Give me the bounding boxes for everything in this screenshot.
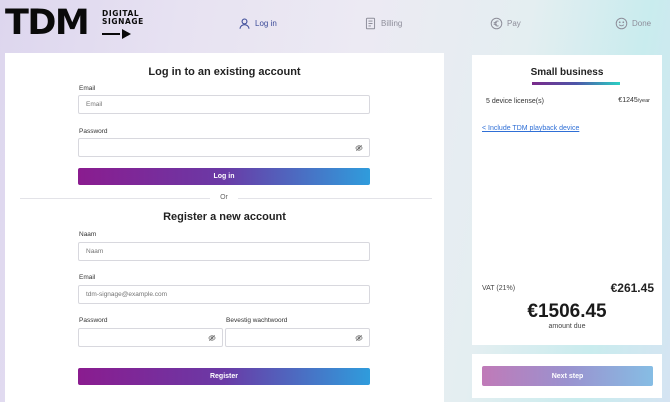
license-label: 5 device license(s) [486, 98, 544, 105]
eye-slash-icon[interactable] [355, 334, 363, 342]
login-password-input[interactable] [78, 138, 370, 157]
register-title: Register a new account [163, 211, 286, 223]
register-button[interactable]: Register [78, 368, 370, 385]
login-password-label: Password [79, 128, 108, 135]
register-email-input[interactable] [78, 285, 370, 304]
user-icon [239, 18, 250, 29]
order-summary-panel: Small business 5 device license(s) €1245… [472, 55, 662, 345]
logo-line-signage: SIGNAGE [102, 17, 144, 26]
account-panel: Log in to an existing account Email Pass… [5, 53, 444, 402]
plan-title: Small business [530, 67, 604, 78]
eye-slash-icon[interactable] [208, 334, 216, 342]
plan-title-underline [532, 82, 620, 85]
register-password-label: Password [79, 317, 108, 324]
login-title: Log in to an existing account [148, 66, 301, 78]
register-password-input[interactable] [78, 328, 223, 347]
or-label: Or [210, 194, 238, 201]
login-button[interactable]: Log in [78, 168, 370, 185]
license-price-period: /year [637, 98, 650, 104]
logo-text: TDM [5, 3, 90, 43]
license-price-amount: €1245 [618, 97, 638, 104]
step-label-pay: Pay [507, 18, 521, 28]
eye-slash-icon[interactable] [355, 144, 363, 152]
register-confirm-input[interactable] [225, 328, 370, 347]
invoice-icon [365, 17, 376, 29]
logo-bar [102, 33, 120, 35]
login-email-input[interactable] [78, 95, 370, 114]
next-step-panel: Next step [472, 354, 662, 398]
vat-amount: €261.45 [610, 281, 654, 295]
step-label-login: Log in [255, 18, 277, 28]
tdm-logo[interactable]: TDM DIGITAL SIGNAGE [5, 4, 150, 42]
register-name-input[interactable] [78, 242, 370, 261]
step-label-done: Done [632, 18, 652, 28]
step-done: Done [615, 15, 651, 31]
euro-icon [490, 17, 503, 29]
header: TDM DIGITAL SIGNAGE Log in Billing Pay D… [0, 0, 670, 50]
vat-label: VAT (21%) [482, 285, 516, 292]
register-email-label: Email [79, 274, 96, 281]
license-price: €1245/year [618, 97, 650, 104]
step-pay: Pay [490, 15, 521, 31]
step-login: Log in [238, 15, 277, 31]
step-billing: Billing [364, 15, 402, 31]
register-confirm-label: Bevestig wachtwoord [226, 317, 288, 324]
logo-subtitle: DIGITAL SIGNAGE [102, 10, 148, 39]
step-label-billing: Billing [381, 18, 403, 28]
play-icon [122, 29, 131, 39]
total-amount: €1506.45 [527, 301, 607, 322]
smiley-icon [615, 17, 628, 29]
next-step-button[interactable]: Next step [482, 366, 653, 386]
register-name-label: Naam [79, 231, 97, 238]
login-email-label: Email [79, 85, 96, 92]
total-label: amount due [548, 323, 586, 330]
include-playback-device-link[interactable]: < Include TDM playback device [482, 125, 579, 132]
